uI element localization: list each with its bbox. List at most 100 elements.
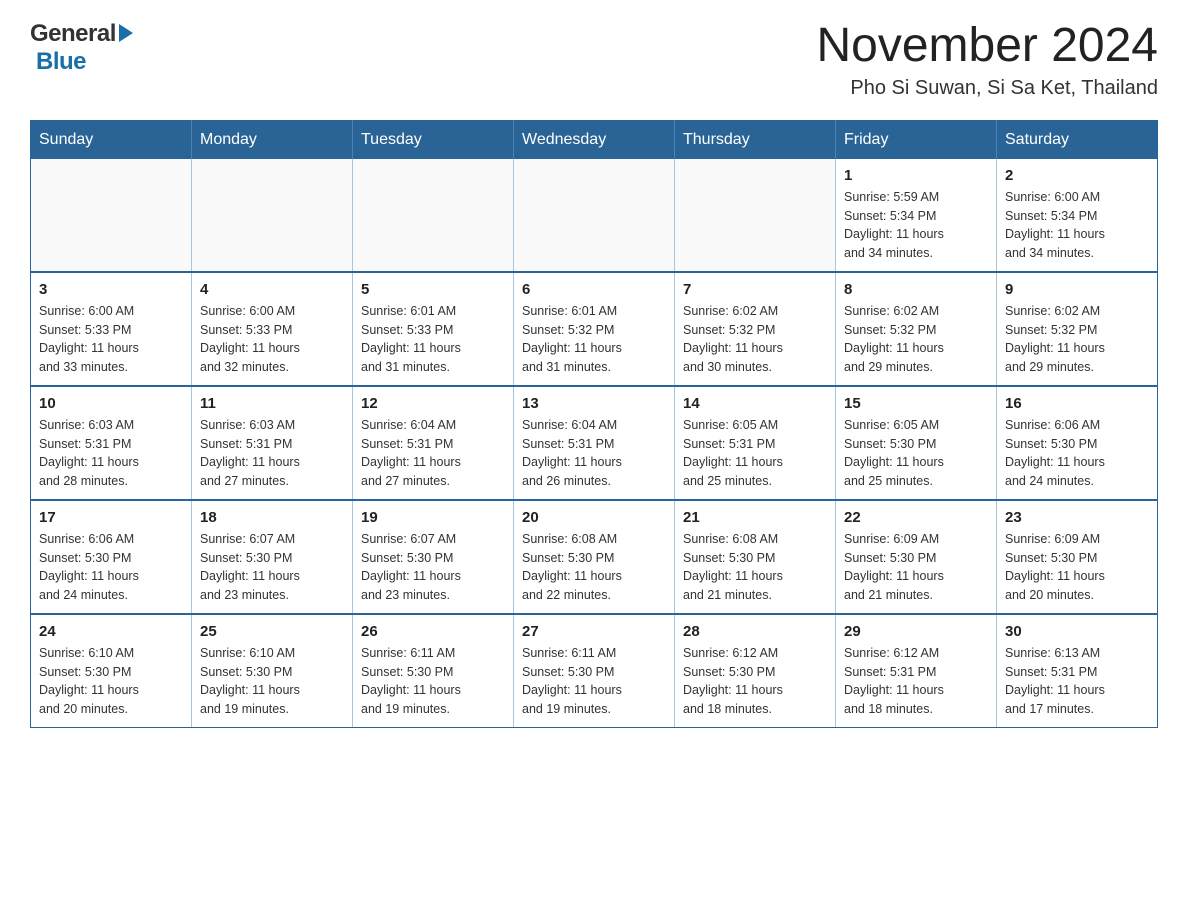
day-info: Sunrise: 6:07 AM Sunset: 5:30 PM Dayligh… [361, 530, 505, 605]
header-friday: Friday [836, 120, 997, 159]
header-tuesday: Tuesday [353, 120, 514, 159]
header-thursday: Thursday [675, 120, 836, 159]
day-info: Sunrise: 6:02 AM Sunset: 5:32 PM Dayligh… [844, 302, 988, 377]
day-number: 1 [844, 167, 988, 184]
calendar-cell [192, 159, 353, 272]
day-info: Sunrise: 6:12 AM Sunset: 5:30 PM Dayligh… [683, 644, 827, 719]
day-number: 7 [683, 281, 827, 298]
header-saturday: Saturday [997, 120, 1158, 159]
day-number: 25 [200, 623, 344, 640]
page-subtitle: Pho Si Suwan, Si Sa Ket, Thailand [816, 77, 1158, 100]
day-info: Sunrise: 6:05 AM Sunset: 5:30 PM Dayligh… [844, 416, 988, 491]
day-number: 22 [844, 509, 988, 526]
calendar-cell: 22 Sunrise: 6:09 AM Sunset: 5:30 PM Dayli… [836, 500, 997, 614]
day-info: Sunrise: 6:08 AM Sunset: 5:30 PM Dayligh… [522, 530, 666, 605]
calendar-cell: 1 Sunrise: 5:59 AM Sunset: 5:34 PM Daylig… [836, 159, 997, 272]
day-info: Sunrise: 6:01 AM Sunset: 5:32 PM Dayligh… [522, 302, 666, 377]
week-row-5: 24 Sunrise: 6:10 AM Sunset: 5:30 PM Dayli… [31, 614, 1158, 728]
calendar-cell: 4Sunrise: 6:00 AM Sunset: 5:33 PM Daylig… [192, 272, 353, 386]
calendar-cell [31, 159, 192, 272]
calendar-cell: 3 Sunrise: 6:00 AM Sunset: 5:33 PM Daylig… [31, 272, 192, 386]
logo-blue-text: Blue [36, 48, 86, 76]
day-info: Sunrise: 6:04 AM Sunset: 5:31 PM Dayligh… [361, 416, 505, 491]
calendar-cell: 19 Sunrise: 6:07 AM Sunset: 5:30 PM Dayli… [353, 500, 514, 614]
calendar-header-row: SundayMondayTuesdayWednesdayThursdayFrid… [31, 120, 1158, 159]
day-info: Sunrise: 6:02 AM Sunset: 5:32 PM Dayligh… [683, 302, 827, 377]
calendar-table: SundayMondayTuesdayWednesdayThursdayFrid… [30, 120, 1158, 728]
day-info: Sunrise: 6:11 AM Sunset: 5:30 PM Dayligh… [361, 644, 505, 719]
calendar-cell: 25 Sunrise: 6:10 AM Sunset: 5:30 PM Dayli… [192, 614, 353, 728]
title-area: November 2024 Pho Si Suwan, Si Sa Ket, T… [816, 20, 1158, 100]
day-info: Sunrise: 6:01 AM Sunset: 5:33 PM Dayligh… [361, 302, 505, 377]
calendar-cell: 24 Sunrise: 6:10 AM Sunset: 5:30 PM Dayli… [31, 614, 192, 728]
day-info: Sunrise: 6:02 AM Sunset: 5:32 PM Dayligh… [1005, 302, 1149, 377]
day-info: Sunrise: 6:10 AM Sunset: 5:30 PM Dayligh… [200, 644, 344, 719]
calendar-cell: 6 Sunrise: 6:01 AM Sunset: 5:32 PM Daylig… [514, 272, 675, 386]
day-info: Sunrise: 5:59 AM Sunset: 5:34 PM Dayligh… [844, 188, 988, 263]
day-info: Sunrise: 6:00 AM Sunset: 5:33 PM Dayligh… [39, 302, 183, 377]
day-number: 17 [39, 509, 183, 526]
day-number: 10 [39, 395, 183, 412]
day-number: 2 [1005, 167, 1149, 184]
calendar-cell: 27 Sunrise: 6:11 AM Sunset: 5:30 PM Dayli… [514, 614, 675, 728]
day-info: Sunrise: 6:09 AM Sunset: 5:30 PM Dayligh… [1005, 530, 1149, 605]
day-number: 18 [200, 509, 344, 526]
calendar-cell: 23 Sunrise: 6:09 AM Sunset: 5:30 PM Dayli… [997, 500, 1158, 614]
calendar-cell: 9 Sunrise: 6:02 AM Sunset: 5:32 PM Daylig… [997, 272, 1158, 386]
day-number: 24 [39, 623, 183, 640]
day-number: 27 [522, 623, 666, 640]
day-number: 16 [1005, 395, 1149, 412]
day-info: Sunrise: 6:12 AM Sunset: 5:31 PM Dayligh… [844, 644, 988, 719]
day-info: Sunrise: 6:06 AM Sunset: 5:30 PM Dayligh… [39, 530, 183, 605]
day-number: 20 [522, 509, 666, 526]
day-number: 8 [844, 281, 988, 298]
calendar-cell: 30 Sunrise: 6:13 AM Sunset: 5:31 PM Dayli… [997, 614, 1158, 728]
calendar-cell: 8 Sunrise: 6:02 AM Sunset: 5:32 PM Daylig… [836, 272, 997, 386]
calendar-cell: 13Sunrise: 6:04 AM Sunset: 5:31 PM Dayli… [514, 386, 675, 500]
day-info: Sunrise: 6:05 AM Sunset: 5:31 PM Dayligh… [683, 416, 827, 491]
calendar-cell: 2 Sunrise: 6:00 AM Sunset: 5:34 PM Daylig… [997, 159, 1158, 272]
day-info: Sunrise: 6:03 AM Sunset: 5:31 PM Dayligh… [39, 416, 183, 491]
logo: General Blue [30, 20, 133, 76]
day-number: 14 [683, 395, 827, 412]
calendar-cell: 29 Sunrise: 6:12 AM Sunset: 5:31 PM Dayli… [836, 614, 997, 728]
calendar-cell: 11Sunrise: 6:03 AM Sunset: 5:31 PM Dayli… [192, 386, 353, 500]
day-info: Sunrise: 6:00 AM Sunset: 5:34 PM Dayligh… [1005, 188, 1149, 263]
day-info: Sunrise: 6:11 AM Sunset: 5:30 PM Dayligh… [522, 644, 666, 719]
day-number: 30 [1005, 623, 1149, 640]
calendar-cell: 10 Sunrise: 6:03 AM Sunset: 5:31 PM Dayli… [31, 386, 192, 500]
calendar-cell: 15 Sunrise: 6:05 AM Sunset: 5:30 PM Dayli… [836, 386, 997, 500]
day-number: 23 [1005, 509, 1149, 526]
page-title: November 2024 [816, 20, 1158, 73]
day-number: 21 [683, 509, 827, 526]
day-number: 4 [200, 281, 344, 298]
calendar-cell: 28 Sunrise: 6:12 AM Sunset: 5:30 PM Dayli… [675, 614, 836, 728]
day-number: 15 [844, 395, 988, 412]
calendar-cell [675, 159, 836, 272]
day-number: 3 [39, 281, 183, 298]
calendar-cell [514, 159, 675, 272]
calendar-cell: 12 Sunrise: 6:04 AM Sunset: 5:31 PM Dayli… [353, 386, 514, 500]
logo-general-text: General [30, 20, 116, 48]
calendar-cell: 14 Sunrise: 6:05 AM Sunset: 5:31 PM Dayli… [675, 386, 836, 500]
day-info: Sunrise: 6:13 AM Sunset: 5:31 PM Dayligh… [1005, 644, 1149, 719]
calendar-cell: 16 Sunrise: 6:06 AM Sunset: 5:30 PM Dayli… [997, 386, 1158, 500]
week-row-1: 1 Sunrise: 5:59 AM Sunset: 5:34 PM Daylig… [31, 159, 1158, 272]
calendar-cell: 7 Sunrise: 6:02 AM Sunset: 5:32 PM Daylig… [675, 272, 836, 386]
calendar-cell: 17 Sunrise: 6:06 AM Sunset: 5:30 PM Dayli… [31, 500, 192, 614]
day-number: 19 [361, 509, 505, 526]
calendar-cell: 26 Sunrise: 6:11 AM Sunset: 5:30 PM Dayli… [353, 614, 514, 728]
day-number: 11 [200, 395, 344, 412]
day-info: Sunrise: 6:06 AM Sunset: 5:30 PM Dayligh… [1005, 416, 1149, 491]
day-info: Sunrise: 6:09 AM Sunset: 5:30 PM Dayligh… [844, 530, 988, 605]
day-number: 6 [522, 281, 666, 298]
calendar-cell: 18Sunrise: 6:07 AM Sunset: 5:30 PM Dayli… [192, 500, 353, 614]
calendar-cell: 20 Sunrise: 6:08 AM Sunset: 5:30 PM Dayli… [514, 500, 675, 614]
day-number: 26 [361, 623, 505, 640]
day-number: 9 [1005, 281, 1149, 298]
day-number: 12 [361, 395, 505, 412]
day-info: Sunrise: 6:08 AM Sunset: 5:30 PM Dayligh… [683, 530, 827, 605]
day-info: Sunrise: 6:10 AM Sunset: 5:30 PM Dayligh… [39, 644, 183, 719]
day-number: 28 [683, 623, 827, 640]
day-number: 29 [844, 623, 988, 640]
